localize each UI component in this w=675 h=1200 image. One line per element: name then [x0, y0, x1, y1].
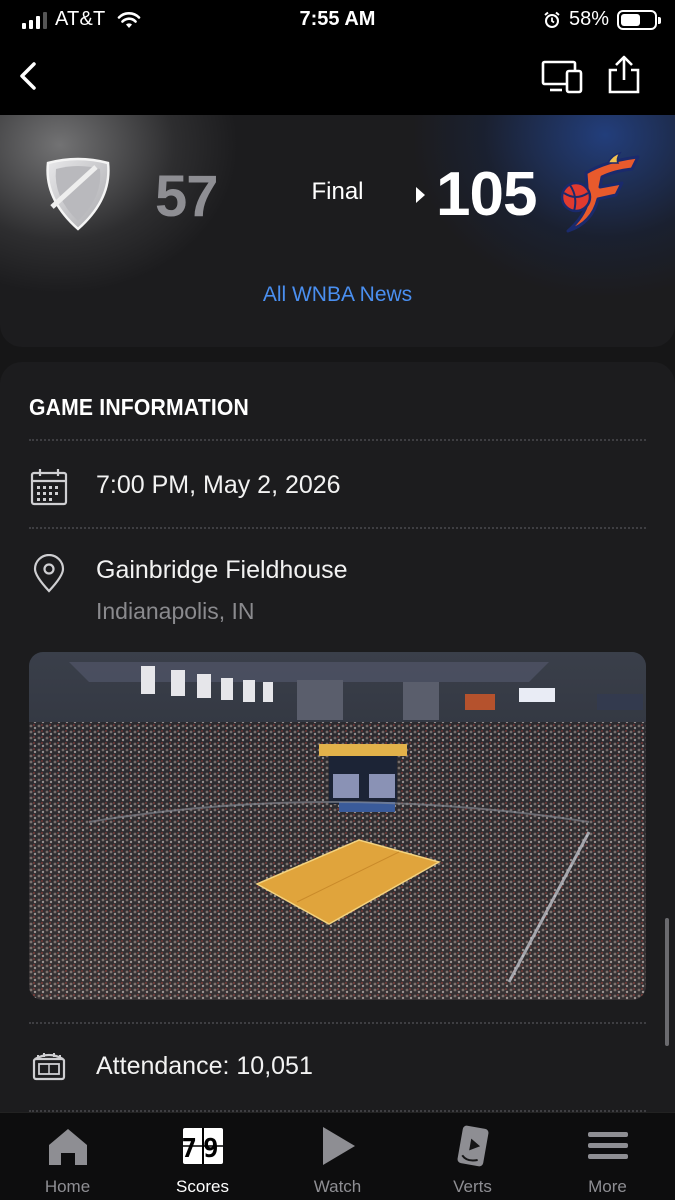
top-navigation-bar: [0, 40, 675, 115]
scores-digits: 79: [182, 1134, 224, 1164]
game-information-section: GAME INFORMATION 7:00 PM, May 2, 2026 Ga…: [0, 362, 675, 1122]
arena-icon: [32, 1053, 66, 1081]
bottom-tab-bar: Home 79 Scores Watch Verts More: [0, 1112, 675, 1200]
location-pin-icon: [33, 554, 65, 593]
cast-devices-icon[interactable]: [540, 54, 586, 98]
alarm-icon: [544, 11, 560, 28]
tab-watch[interactable]: Watch: [270, 1113, 405, 1200]
battery-icon: [617, 9, 661, 30]
tab-verts[interactable]: Verts: [405, 1113, 540, 1200]
section-title: GAME INFORMATION: [29, 394, 250, 420]
all-wnba-news-link[interactable]: All WNBA News: [0, 283, 675, 307]
status-right: 58%: [543, 8, 661, 31]
tab-home[interactable]: Home: [0, 1113, 135, 1200]
scoreboard-icon: 79: [182, 1128, 224, 1164]
divider: [29, 527, 646, 529]
divider: [29, 439, 646, 441]
share-icon[interactable]: [602, 52, 646, 98]
home-team-score: 105: [436, 160, 537, 229]
verts-icon: [457, 1125, 489, 1167]
winner-indicator-icon: [416, 187, 425, 203]
game-datetime: 7:00 PM, May 2, 2026: [96, 471, 341, 499]
venue-name: Gainbridge Fieldhouse: [96, 556, 348, 584]
calendar-icon: [30, 469, 68, 506]
tab-scores[interactable]: 79 Scores: [135, 1113, 270, 1200]
status-bar: AT&T 7:55 AM 58%: [0, 0, 675, 40]
venue-location: Indianapolis, IN: [96, 598, 255, 624]
scrollbar[interactable]: [665, 918, 669, 1046]
menu-icon: [588, 1132, 628, 1159]
tab-label: More: [588, 1177, 627, 1196]
tab-label: Home: [44, 1177, 91, 1196]
battery-level: [621, 13, 640, 26]
attendance: Attendance: 10,051: [96, 1052, 313, 1080]
divider: [29, 1022, 646, 1024]
play-icon: [323, 1127, 355, 1165]
tab-label: Scores: [176, 1177, 229, 1196]
arena-interior-photo: [29, 652, 646, 1000]
tab-label: Verts: [453, 1177, 492, 1196]
chevron-left-icon[interactable]: [10, 54, 54, 98]
home-icon: [49, 1129, 87, 1165]
indiana-fever-logo[interactable]: [556, 151, 642, 237]
game-score-card: 57 Final 105 All WNBA News: [0, 115, 675, 347]
battery-percentage: 58%: [568, 8, 609, 30]
tab-more[interactable]: More: [540, 1113, 675, 1200]
tab-label: Watch: [313, 1177, 362, 1196]
